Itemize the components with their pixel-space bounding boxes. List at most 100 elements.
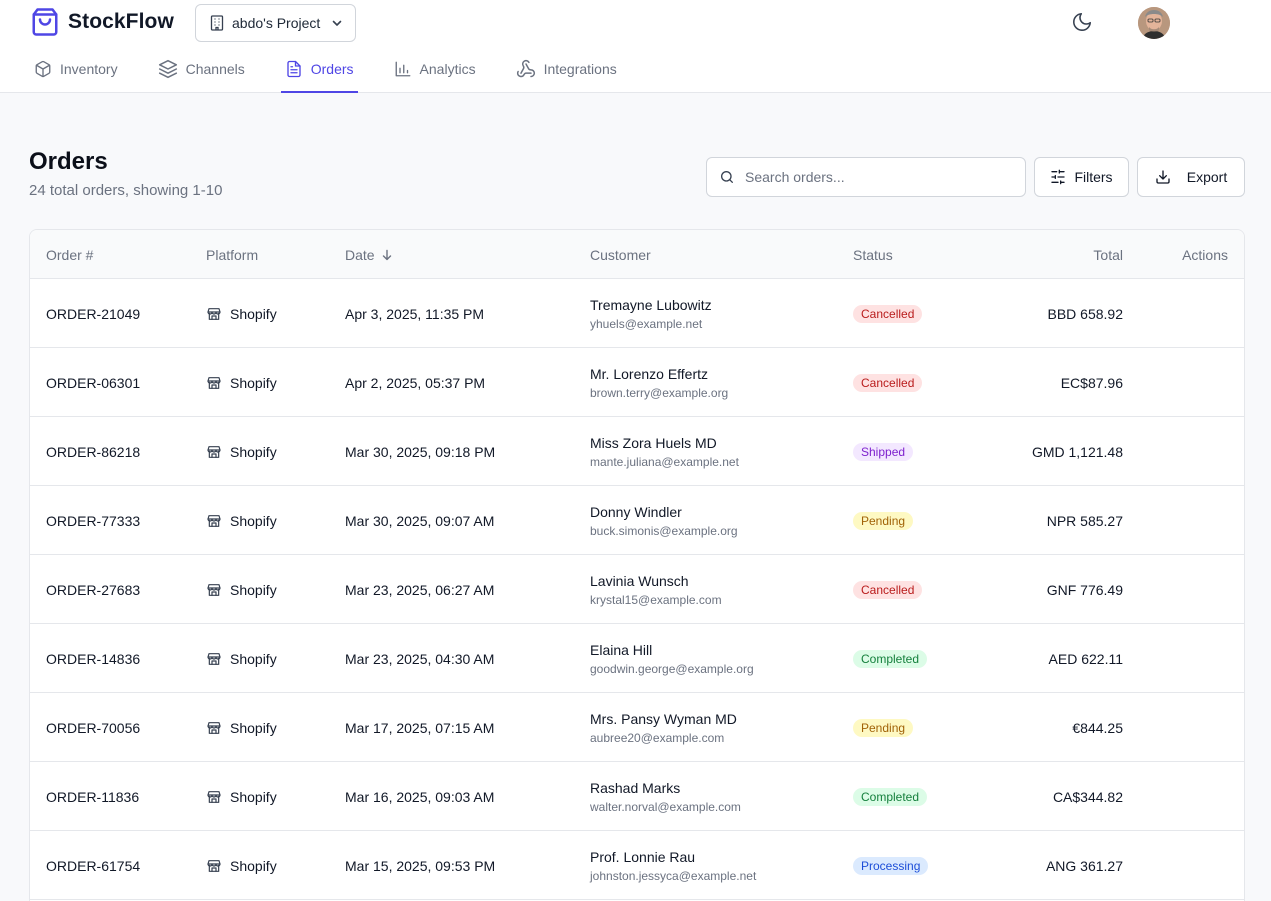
tab-orders[interactable]: Orders: [280, 46, 358, 93]
platform-name: Shopify: [230, 512, 277, 529]
table-header: Order # Platform Date Customer Status To…: [30, 230, 1244, 279]
store-icon: [207, 790, 221, 803]
store-icon: [207, 307, 221, 320]
order-date: Mar 23, 2025, 04:30 AM: [345, 650, 495, 667]
tab-label: Orders: [310, 61, 354, 77]
table-row[interactable]: ORDER-61754 Shopify Mar 15, 2025, 09:53 PM…: [30, 831, 1244, 900]
order-total: EC$87.96: [1060, 374, 1123, 391]
customer-email: goodwin.george@example.org: [590, 661, 754, 676]
user-avatar[interactable]: [1138, 7, 1170, 39]
customer-name: Lavinia Wunsch: [590, 572, 689, 589]
app-header: StockFlow abdo's Project Inventory Chann…: [0, 0, 1271, 93]
column-header-total[interactable]: Total: [1093, 230, 1123, 279]
customer-name: Mr. Lorenzo Effertz: [590, 365, 709, 382]
platform-cell: Shopify: [206, 624, 277, 693]
chevron-down-icon: [332, 20, 342, 26]
page-subtitle: 24 total orders, showing 1-10: [29, 182, 223, 199]
table-row[interactable]: ORDER-70056 Shopify Mar 17, 2025, 07:15 AM…: [30, 693, 1244, 762]
customer-name: Donny Windler: [590, 503, 682, 520]
order-number[interactable]: ORDER-61754: [46, 831, 140, 900]
customer-name: Prof. Lonnie Rau: [590, 848, 696, 865]
customer-email: buck.simonis@example.org: [590, 523, 738, 538]
table-row[interactable]: ORDER-11836 Shopify Mar 16, 2025, 09:03 AM…: [30, 762, 1244, 831]
table-row[interactable]: ORDER-21049 Shopify Apr 3, 2025, 11:35 PM T…: [30, 279, 1244, 348]
customer-cell: Prof. Lonnie Rau johnston.jessyca@example…: [590, 831, 756, 900]
theme-toggle[interactable]: [1071, 11, 1093, 38]
customer-email: mante.juliana@example.net: [590, 454, 739, 469]
order-total: NPR 585.27: [1046, 512, 1123, 529]
table-row[interactable]: ORDER-06301 Shopify Apr 2, 2025, 05:37 PM M…: [30, 348, 1244, 417]
table-row[interactable]: ORDER-86218 Shopify Mar 30, 2025, 09:18 PM…: [30, 417, 1244, 486]
customer-name: Miss Zora Huels MD: [590, 434, 717, 451]
order-date: Mar 16, 2025, 09:03 AM: [345, 788, 495, 805]
status-badge: Completed: [853, 649, 928, 668]
store-icon: [207, 721, 221, 734]
tab-analytics[interactable]: Analytics: [390, 46, 480, 92]
store-icon: [207, 859, 221, 872]
project-name: abdo's Project: [232, 15, 321, 31]
customer-cell: Donny Windler buck.simonis@example.org: [590, 486, 738, 555]
platform-name: Shopify: [230, 650, 277, 667]
order-total: €844.25: [1072, 719, 1123, 736]
order-date: Mar 15, 2025, 09:53 PM: [345, 857, 496, 874]
customer-cell: Tremayne Lubowitz yhuels@example.net: [590, 279, 712, 348]
order-number[interactable]: ORDER-27683: [46, 555, 140, 624]
order-total: GNF 776.49: [1046, 581, 1123, 598]
status-badge: Processing: [853, 856, 929, 875]
column-header-status[interactable]: Status: [853, 230, 893, 279]
store-icon: [207, 583, 221, 596]
status-cell: Shipped: [853, 417, 914, 486]
status-badge: Completed: [853, 787, 928, 806]
project-selector[interactable]: abdo's Project: [195, 4, 356, 42]
table-row[interactable]: ORDER-77333 Shopify Mar 30, 2025, 09:07 AM…: [30, 486, 1244, 555]
tab-label: Integrations: [543, 61, 617, 77]
platform-name: Shopify: [230, 788, 277, 805]
search-input[interactable]: [745, 169, 1005, 185]
page-title: Orders: [29, 148, 108, 175]
order-number[interactable]: ORDER-06301: [46, 348, 140, 417]
platform-cell: Shopify: [206, 693, 277, 762]
orders-table: Order # Platform Date Customer Status To…: [29, 229, 1245, 901]
platform-cell: Shopify: [206, 762, 277, 831]
store-icon: [207, 376, 221, 389]
box-icon: [35, 60, 51, 78]
order-number[interactable]: ORDER-21049: [46, 279, 140, 348]
customer-email: johnston.jessyca@example.net: [590, 868, 757, 883]
order-total: CA$344.82: [1052, 788, 1123, 805]
search-box[interactable]: [706, 157, 1026, 197]
status-cell: Pending: [853, 486, 914, 555]
column-header-customer[interactable]: Customer: [590, 230, 651, 279]
status-badge: Pending: [853, 718, 914, 737]
bar-chart-icon: [395, 61, 410, 77]
filters-button[interactable]: Filters: [1034, 157, 1129, 197]
customer-email: aubree20@example.com: [590, 730, 725, 745]
status-badge: Cancelled: [853, 580, 923, 599]
column-header-date[interactable]: Date: [345, 230, 393, 279]
customer-cell: Lavinia Wunsch krystal15@example.com: [590, 555, 722, 624]
tab-integrations[interactable]: Integrations: [512, 46, 621, 92]
order-date: Apr 2, 2025, 05:37 PM: [345, 374, 486, 391]
order-number[interactable]: ORDER-14836: [46, 624, 140, 693]
customer-email: walter.norval@example.com: [590, 799, 741, 814]
column-header-date-label: Date: [345, 246, 375, 263]
column-header-platform[interactable]: Platform: [206, 230, 258, 279]
status-badge: Cancelled: [853, 304, 923, 323]
app-logo[interactable]: StockFlow: [30, 7, 174, 37]
store-icon: [207, 652, 221, 665]
export-button[interactable]: Export: [1137, 157, 1245, 197]
order-number[interactable]: ORDER-86218: [46, 417, 140, 486]
tab-inventory[interactable]: Inventory: [30, 46, 122, 92]
tab-channels[interactable]: Channels: [154, 46, 249, 92]
order-number[interactable]: ORDER-70056: [46, 693, 140, 762]
order-date: Apr 3, 2025, 11:35 PM: [345, 305, 485, 322]
customer-cell: Elaina Hill goodwin.george@example.org: [590, 624, 754, 693]
table-row[interactable]: ORDER-14836 Shopify Mar 23, 2025, 04:30 AM…: [30, 624, 1244, 693]
column-header-order[interactable]: Order #: [46, 230, 93, 279]
order-number[interactable]: ORDER-11836: [46, 762, 139, 831]
status-cell: Completed: [853, 762, 928, 831]
avatar-image: [1138, 7, 1170, 39]
platform-name: Shopify: [230, 374, 277, 391]
order-number[interactable]: ORDER-77333: [46, 486, 140, 555]
table-row[interactable]: ORDER-27683 Shopify Mar 23, 2025, 06:27 AM…: [30, 555, 1244, 624]
platform-name: Shopify: [230, 581, 277, 598]
